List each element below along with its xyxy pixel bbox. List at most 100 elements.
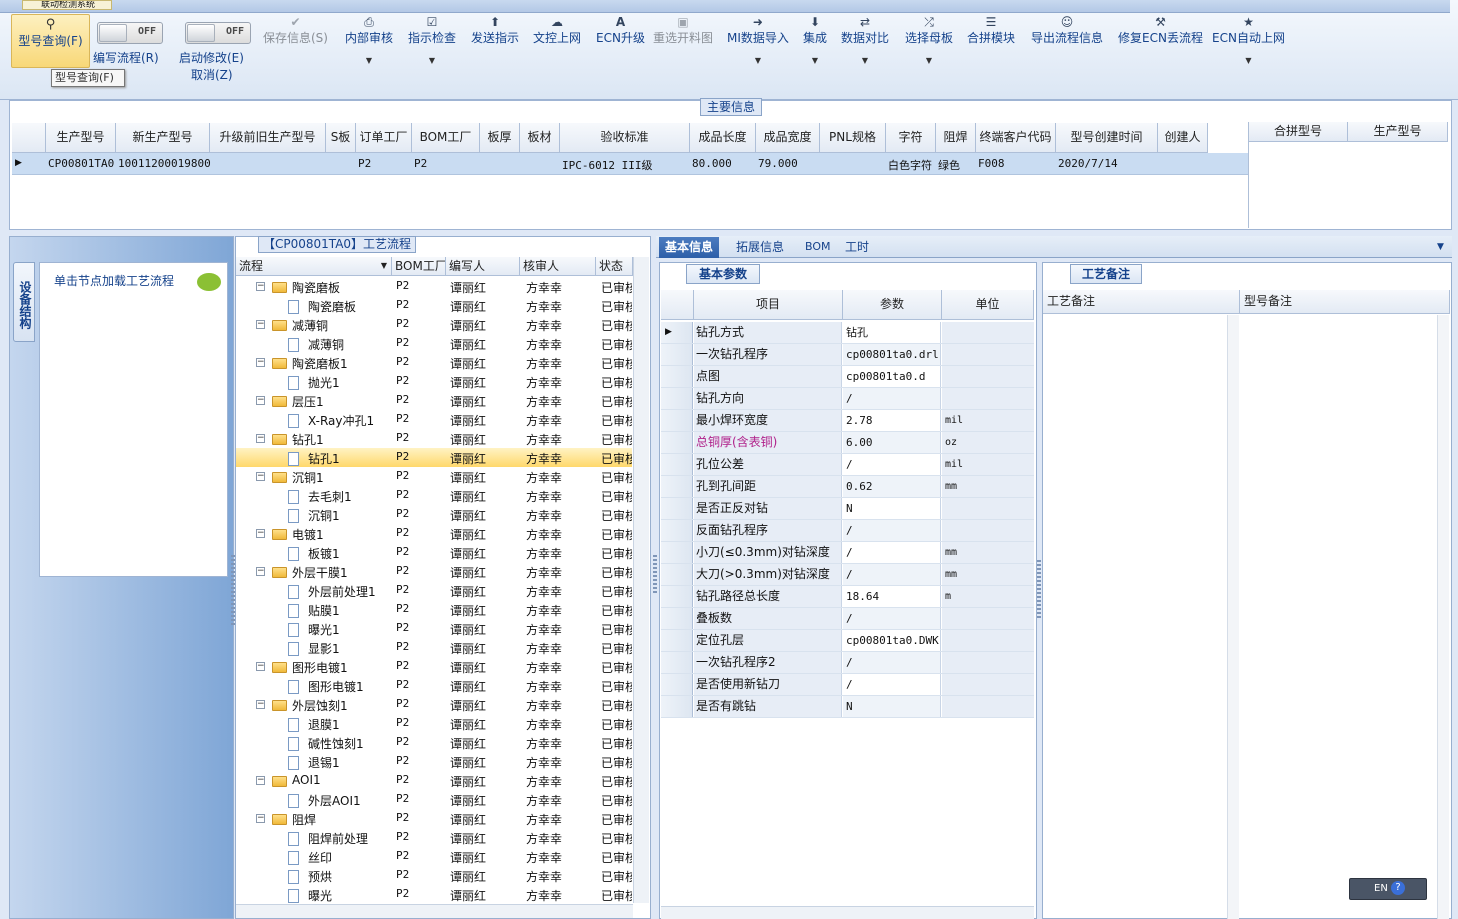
params-col-unit[interactable]: 单位 <box>942 290 1034 320</box>
main-cell[interactable]: 80.000 <box>692 157 732 170</box>
merge-col-header[interactable]: 合拼型号 <box>1249 122 1348 142</box>
param-row[interactable]: 是否正反对钻 N <box>661 498 1034 520</box>
main-cell[interactable]: 绿色 <box>938 157 960 173</box>
param-value[interactable]: / <box>843 674 941 695</box>
tab-work-hours[interactable]: 工时 <box>839 237 875 258</box>
collapse-icon[interactable]: − <box>256 472 265 481</box>
cancel-label[interactable]: 取消(Z) <box>191 66 233 83</box>
tree-row[interactable]: 阻焊前处理 P2 谭丽红 方幸幸 已审核 <box>236 828 632 847</box>
param-value[interactable]: / <box>843 454 941 475</box>
grid-corner[interactable] <box>12 123 46 153</box>
tab-bom[interactable]: BOM <box>799 237 837 258</box>
param-row[interactable]: 孔到孔间距 0.62 mm <box>661 476 1034 498</box>
param-row[interactable]: 反面钻孔程序 / <box>661 520 1034 542</box>
tree-vertical-scrollbar[interactable] <box>633 257 649 903</box>
device-structure-tab[interactable]: 设备结构 <box>13 262 35 342</box>
tab-basic-info[interactable]: 基本信息 <box>659 237 720 258</box>
tree-col-status[interactable]: 状态 <box>596 257 633 276</box>
send-instruction-button[interactable]: ⬆ 发送指示 <box>471 14 519 46</box>
integrate-button[interactable]: ⬇ 集成 ▼ <box>803 14 827 66</box>
tree-row[interactable]: 减薄铜 P2 谭丽红 方幸幸 已审核 <box>236 334 632 353</box>
param-value[interactable]: 6.00 <box>843 432 941 453</box>
main-col-header[interactable]: 板材 <box>520 123 560 153</box>
merge-module-button[interactable]: ☰ 合拼模块 <box>967 14 1015 46</box>
instruction-check-button[interactable]: ☑ 指示检查 ▼ <box>408 14 456 66</box>
param-row[interactable]: 定位孔层 cp00801ta0.DWK <box>661 630 1034 652</box>
param-value[interactable]: 2.78 <box>843 410 941 431</box>
param-row[interactable]: ▶ 钻孔方式 钻孔 <box>661 322 1034 344</box>
tree-row[interactable]: − 层压1 P2 谭丽红 方幸幸 已审核 <box>236 391 632 410</box>
params-horizontal-scrollbar[interactable] <box>661 906 1034 919</box>
param-value[interactable]: cp00801ta0.drl <box>843 344 941 365</box>
main-col-header[interactable]: 订单工厂 <box>356 123 412 153</box>
tree-row[interactable]: 丝印 P2 谭丽红 方幸幸 已审核 <box>236 847 632 866</box>
query-button[interactable]: ⚲ 型号查询(F) <box>11 14 90 68</box>
ime-indicator[interactable]: EN <box>1349 878 1427 900</box>
param-value[interactable]: / <box>843 542 941 563</box>
main-col-header[interactable]: 型号创建时间 <box>1056 123 1158 153</box>
main-cell[interactable]: F008 <box>978 157 1005 170</box>
main-col-header[interactable]: 终端客户代码 <box>976 123 1056 153</box>
collapse-icon[interactable]: − <box>256 358 265 367</box>
collapse-icon[interactable]: − <box>256 567 265 576</box>
tree-row[interactable]: − 陶瓷磨板1 P2 谭丽红 方幸幸 已审核 <box>236 353 632 372</box>
params-grid-corner[interactable] <box>661 290 694 320</box>
tab-extended-info[interactable]: 拓展信息 <box>730 237 790 258</box>
ecn-auto-online-button[interactable]: ★ ECN自动上网 ▼ <box>1212 14 1285 66</box>
tree-row[interactable]: − 沉铜1 P2 谭丽红 方幸幸 已审核 <box>236 467 632 486</box>
param-value[interactable]: cp00801ta0.d <box>843 366 941 387</box>
main-cell[interactable]: P2 <box>358 157 371 170</box>
main-cell[interactable]: 79.000 <box>758 157 798 170</box>
param-row[interactable]: 是否有跳钻 N <box>661 696 1034 718</box>
collapse-icon[interactable]: − <box>256 396 265 405</box>
tree-row[interactable]: − 阻焊 P2 谭丽红 方幸幸 已审核 <box>236 809 632 828</box>
collapse-icon[interactable]: − <box>256 282 265 291</box>
param-row[interactable]: 最小焊环宽度 2.78 mil <box>661 410 1034 432</box>
tree-row[interactable]: 曝光1 P2 谭丽红 方幸幸 已审核 <box>236 619 632 638</box>
tree-row[interactable]: 图形电镀1 P2 谭丽红 方幸幸 已审核 <box>236 676 632 695</box>
ecn-upgrade-button[interactable]: A ECN升级 <box>596 14 645 46</box>
tree-row[interactable]: 板镀1 P2 谭丽红 方幸幸 已审核 <box>236 543 632 562</box>
main-col-header[interactable]: PNL规格 <box>820 123 886 153</box>
tree-row[interactable]: 显影1 P2 谭丽红 方幸幸 已审核 <box>236 638 632 657</box>
collapse-icon[interactable]: − <box>256 434 265 443</box>
data-compare-button[interactable]: ⇄ 数据对比 ▼ <box>841 14 889 66</box>
tree-row[interactable]: 陶瓷磨板 P2 谭丽红 方幸幸 已审核 <box>236 296 632 315</box>
model-note-scrollbar[interactable] <box>1437 315 1449 919</box>
main-cell[interactable]: 2020/7/14 <box>1058 157 1118 170</box>
tree-row[interactable]: − AOI1 P2 谭丽红 方幸幸 已审核 <box>236 771 632 790</box>
tree-col-reviewer[interactable]: 核审人 <box>520 257 596 276</box>
param-row[interactable]: 大刀(>0.3mm)对钻深度 / mm <box>661 564 1034 586</box>
param-row[interactable]: 一次钻孔程序2/ <box>661 652 1034 674</box>
tree-row[interactable]: − 图形电镀1 P2 谭丽红 方幸幸 已审核 <box>236 657 632 676</box>
tree-row[interactable]: 外层前处理1 P2 谭丽红 方幸幸 已审核 <box>236 581 632 600</box>
splitter-grip[interactable] <box>653 555 657 595</box>
param-value[interactable]: 0.62 <box>843 476 941 497</box>
tree-row[interactable]: 钻孔1 P2 谭丽红 方幸幸 已审核 <box>236 448 632 467</box>
main-cell[interactable]: P2 <box>414 157 427 170</box>
main-col-header[interactable]: 阻焊 <box>936 123 976 153</box>
main-cell[interactable]: 10011200019800 <box>118 157 211 170</box>
mi-data-import-button[interactable]: ➜ MI数据导入 ▼ <box>727 14 789 66</box>
main-col-header[interactable]: 升级前旧生产型号 <box>210 123 326 153</box>
select-mother-board-button[interactable]: ⤮ 选择母板 ▼ <box>905 14 953 66</box>
tree-row[interactable]: 退锡1 P2 谭丽红 方幸幸 已审核 <box>236 752 632 771</box>
param-row[interactable]: 点图 cp00801ta0.d <box>661 366 1034 388</box>
collapse-icon[interactable]: − <box>256 776 265 785</box>
main-col-header[interactable]: 字符 <box>886 123 936 153</box>
main-cell[interactable]: 白色字符 <box>888 157 932 173</box>
app-tab[interactable]: 联动检测系统 <box>22 0 112 10</box>
tree-row[interactable]: X-Ray冲孔1 P2 谭丽红 方幸幸 已审核 <box>236 410 632 429</box>
tree-row[interactable]: 碱性蚀刻1 P2 谭丽红 方幸幸 已审核 <box>236 733 632 752</box>
param-row[interactable]: 钻孔路径总长度 18.64 m <box>661 586 1034 608</box>
param-row[interactable]: 一次钻孔程序 cp00801ta0.drl <box>661 344 1034 366</box>
param-value[interactable]: N <box>843 696 941 717</box>
tree-row[interactable]: 沉铜1 P2 谭丽红 方幸幸 已审核 <box>236 505 632 524</box>
merge-prod-col-header[interactable]: 生产型号 <box>1348 122 1448 142</box>
tree-row[interactable]: − 电镀1 P2 谭丽红 方幸幸 已审核 <box>236 524 632 543</box>
param-row[interactable]: 钻孔方向 / <box>661 388 1034 410</box>
param-row[interactable]: 叠板数 / <box>661 608 1034 630</box>
param-row[interactable]: 总铜厚(含表铜) 6.00 oz <box>661 432 1034 454</box>
tree-row[interactable]: 预烘 P2 谭丽红 方幸幸 已审核 <box>236 866 632 885</box>
collapse-icon[interactable]: − <box>256 814 265 823</box>
